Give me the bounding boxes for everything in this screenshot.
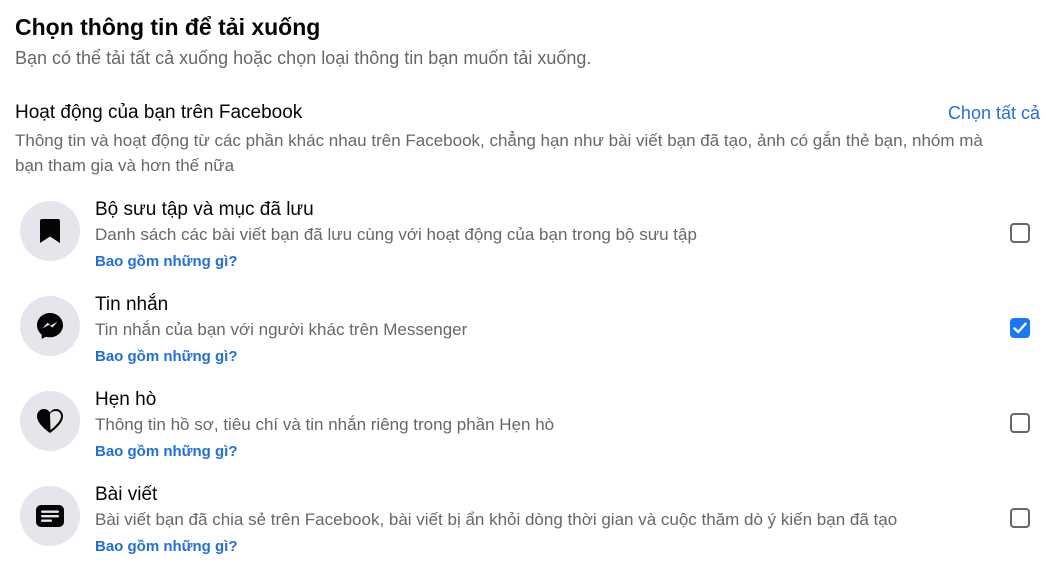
whats-included-link[interactable]: Bao gồm những gì? <box>95 347 238 367</box>
item-title: Bài viết <box>95 484 158 505</box>
saved-checkbox[interactable] <box>1010 223 1030 243</box>
bookmark-icon <box>20 201 80 261</box>
messenger-icon <box>20 296 80 356</box>
item-title: Hẹn hò <box>95 389 157 410</box>
section-description: Thông tin và hoạt động từ các phần khác … <box>15 131 983 175</box>
list-item-dating: Hẹn hò Thông tin hồ sơ, tiêu chí và tin … <box>20 388 1040 478</box>
list-item-saved: Bộ sưu tập và mục đã lưu Danh sách các b… <box>20 198 1040 288</box>
page-title: Chọn thông tin để tải xuống <box>15 14 321 40</box>
select-all-link[interactable]: Chọn tất cả <box>948 100 1040 126</box>
dating-checkbox[interactable] <box>1010 413 1030 433</box>
post-icon <box>20 486 80 546</box>
whats-included-link[interactable]: Bao gồm những gì? <box>95 252 238 272</box>
heart-icon <box>20 391 80 451</box>
whats-included-link[interactable]: Bao gồm những gì? <box>95 442 238 462</box>
item-title: Bộ sưu tập và mục đã lưu <box>95 199 314 220</box>
section-title: Hoạt động của bạn trên Facebook <box>15 102 303 123</box>
page-subtitle: Bạn có thể tải tất cả xuống hoặc chọn lo… <box>15 48 592 68</box>
item-title: Tin nhắn <box>95 294 169 315</box>
list-item-posts: Bài viết Bài viết bạn đã chia sẻ trên Fa… <box>20 483 1040 573</box>
whats-included-link[interactable]: Bao gồm những gì? <box>95 537 238 557</box>
item-description: Danh sách các bài viết bạn đã lưu cùng v… <box>95 225 697 244</box>
item-description: Tin nhắn của bạn với người khác trên Mes… <box>95 320 468 339</box>
checkmark-icon <box>1013 322 1027 334</box>
item-description: Bài viết bạn đã chia sẻ trên Facebook, b… <box>95 510 898 529</box>
messages-checkbox[interactable] <box>1010 318 1030 338</box>
posts-checkbox[interactable] <box>1010 508 1030 528</box>
download-info-panel: Chọn thông tin để tải xuống Bạn có thể t… <box>0 0 1063 582</box>
item-description: Thông tin hồ sơ, tiêu chí và tin nhắn ri… <box>95 415 555 434</box>
list-item-messages: Tin nhắn Tin nhắn của bạn với người khác… <box>20 293 1040 383</box>
